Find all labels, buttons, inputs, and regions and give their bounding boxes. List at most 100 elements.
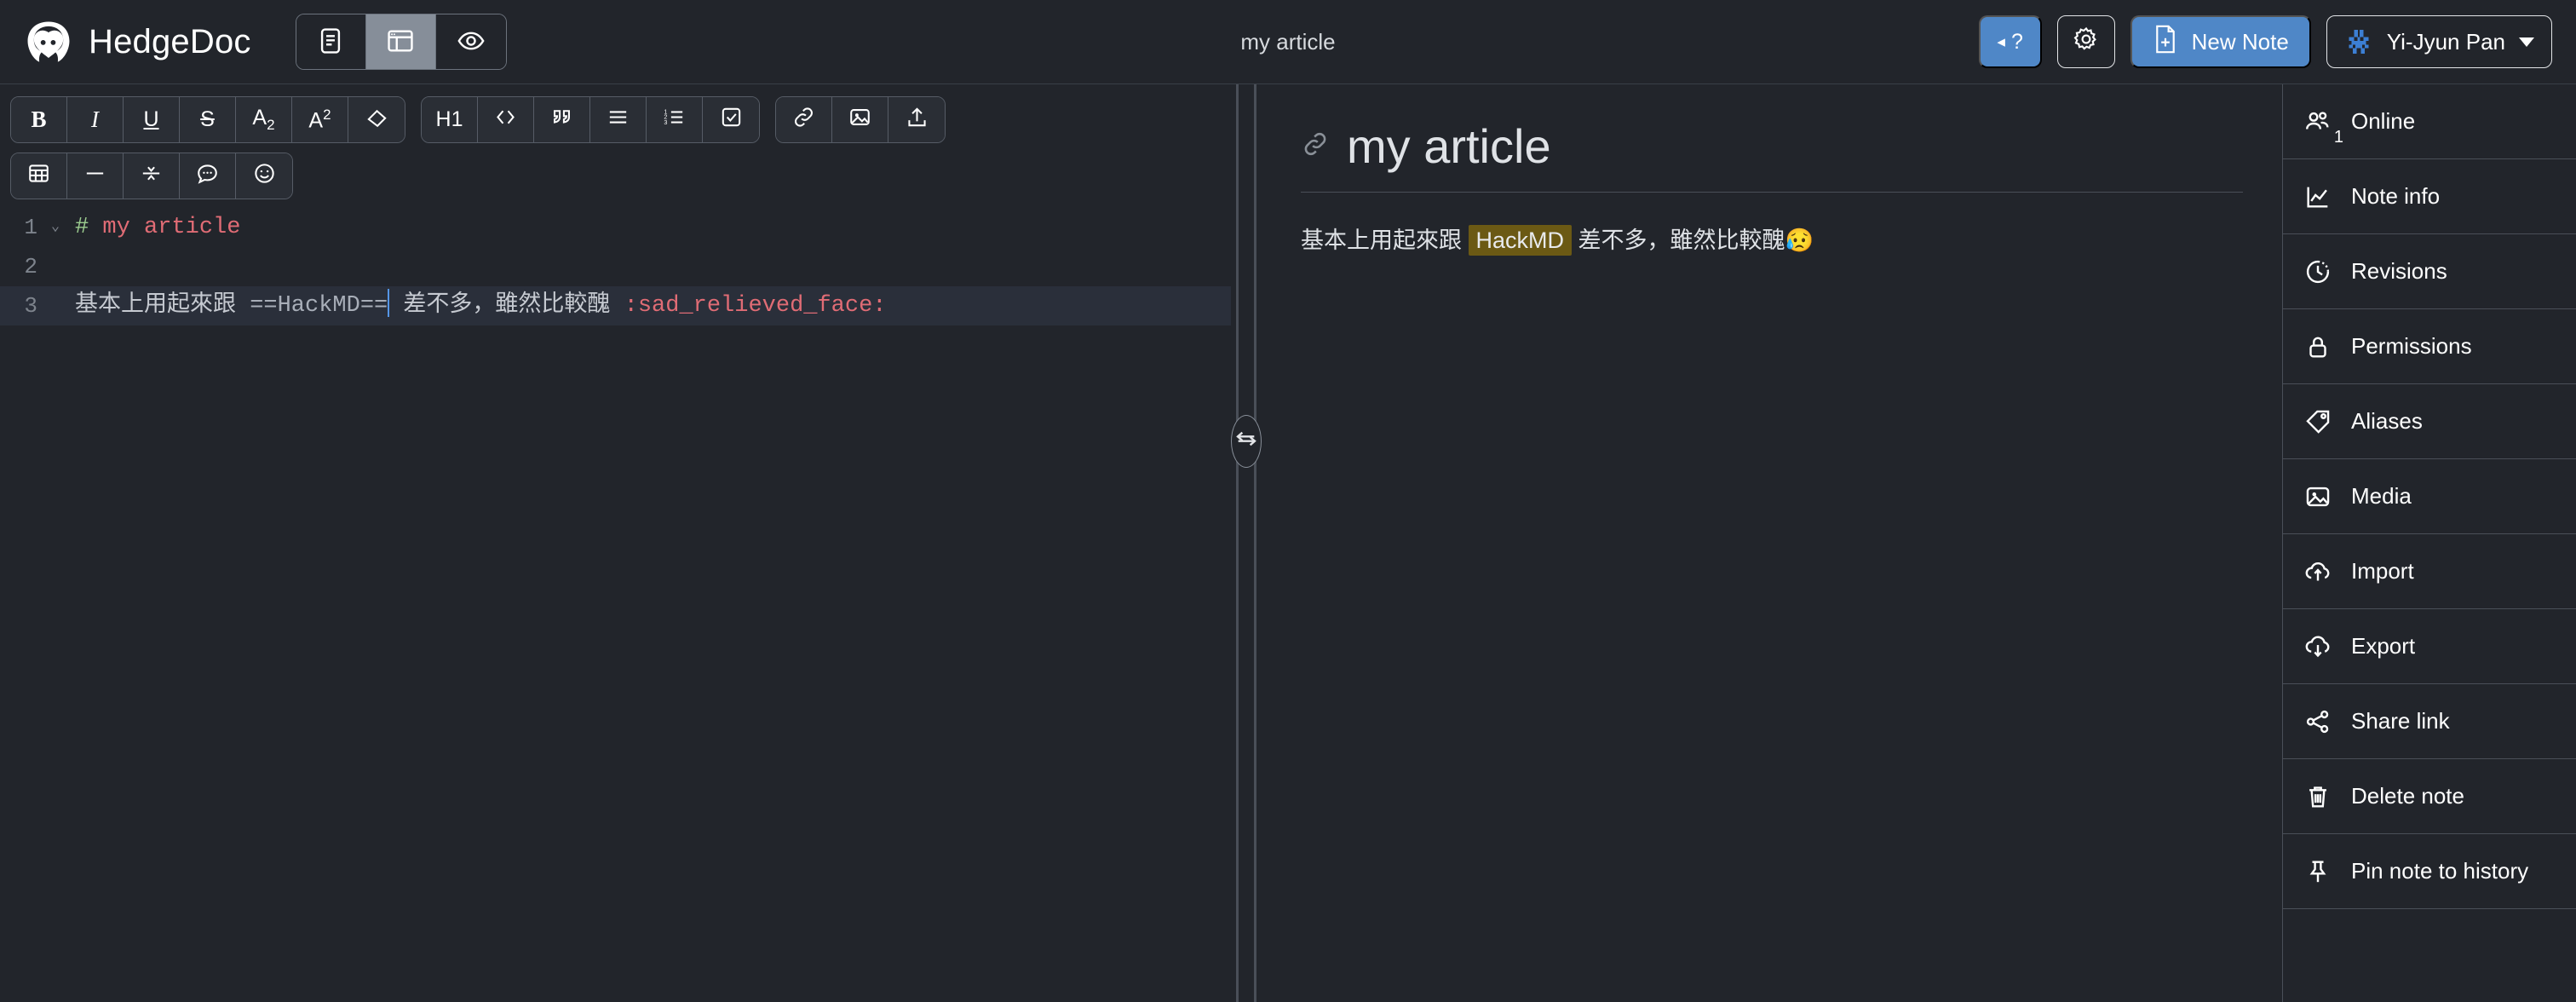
new-file-icon: [2153, 25, 2178, 60]
brand[interactable]: HedgeDoc: [24, 17, 251, 66]
sidebar-item-label: Media: [2351, 483, 2412, 509]
markdown-editor[interactable]: 1 ⌄ # my article 2 3 基本上用起來跟 ==HackMD== 差不多，雖…: [0, 208, 1231, 1002]
blockquote-button[interactable]: [534, 97, 590, 142]
fold-toggle-icon[interactable]: ⌄: [44, 208, 66, 247]
ordered-list-button[interactable]: 123: [647, 97, 703, 142]
editor-line[interactable]: 3 基本上用起來跟 ==HackMD== 差不多，雖然比較醜 :sad_relie…: [0, 286, 1231, 325]
editor-line[interactable]: 2: [0, 247, 1231, 286]
toolbar-group-inline-format: B I U S A2 A2: [10, 96, 405, 143]
line-number: 1: [24, 215, 37, 240]
collapsible-block-button[interactable]: [124, 153, 180, 199]
app-header: HedgeDoc my article ◂ ? New Note Yi-Jyun…: [0, 0, 2576, 84]
clock-history-icon: [2303, 257, 2332, 286]
emoji-button[interactable]: [236, 153, 292, 199]
chart-line-icon: [2303, 182, 2332, 211]
view-mode-both-button[interactable]: [365, 14, 436, 69]
emoji-icon: [252, 161, 277, 192]
collapse-icon: [139, 161, 164, 192]
sidebar-item-label: Note info: [2351, 183, 2441, 209]
horizontal-rule-icon: [83, 161, 107, 192]
sidebar-item-export[interactable]: Export: [2283, 609, 2576, 684]
check-list-button[interactable]: [703, 97, 759, 142]
sidebar-item-note-info[interactable]: Note info: [2283, 159, 2576, 234]
image-button[interactable]: [832, 97, 888, 142]
upload-button[interactable]: [888, 97, 945, 142]
code-button[interactable]: [478, 97, 534, 142]
view-mode-editor-button[interactable]: [296, 14, 366, 69]
sidebar-item-label: Revisions: [2351, 258, 2447, 284]
checkbox-icon: [719, 105, 744, 135]
new-note-label: New Note: [2191, 28, 2289, 55]
bullet-list-icon: [606, 105, 630, 135]
user-menu-button[interactable]: Yi-Jyun Pan: [2326, 15, 2552, 68]
horizontal-line-button[interactable]: [67, 153, 124, 199]
sidebar-item-import[interactable]: Import: [2283, 534, 2576, 609]
paragraph-after: 差不多，雖然比較醜: [1572, 227, 1785, 253]
pane-splitter[interactable]: [1231, 84, 1262, 1002]
avatar: [2343, 27, 2373, 56]
line-number: 3: [24, 293, 37, 319]
sidebar-item-label: Share link: [2351, 708, 2450, 734]
help-caret-icon: ◂: [1997, 32, 2005, 51]
preview-paragraph: 基本上用起來跟 HackMD 差不多，雖然比較醜😥: [1301, 222, 2243, 261]
workspace: B I U S A2 A2 H1 1 2 3 1 ⌄ # my article …: [0, 84, 2576, 1002]
online-count-badge: 1: [2333, 127, 2343, 147]
sidebar-item-aliases[interactable]: Aliases: [2283, 384, 2576, 459]
sidebar-item-pin-note-to-history[interactable]: Pin note to history: [2283, 834, 2576, 909]
sidebar-item-permissions[interactable]: Permissions: [2283, 309, 2576, 384]
toolbar-group-block-format: H1 1 2 3: [421, 96, 760, 143]
comment-button[interactable]: [180, 153, 236, 199]
gear-icon: [2073, 26, 2100, 59]
view-mode-preview-button[interactable]: [435, 14, 506, 69]
sidebar-item-delete-note[interactable]: Delete note: [2283, 759, 2576, 834]
document-icon: [316, 26, 345, 58]
code-token: 基本上用起來跟: [75, 293, 250, 319]
link-icon: [791, 105, 816, 135]
bold-button[interactable]: B: [11, 97, 67, 142]
link-icon[interactable]: [1301, 130, 1330, 163]
sidebar-item-label: Online: [2351, 108, 2416, 134]
quote-icon: [549, 105, 574, 135]
toolbar-row-2: [10, 153, 1221, 199]
sidebar-item-share-link[interactable]: Share link: [2283, 684, 2576, 759]
sidebar-item-label: Permissions: [2351, 333, 2472, 359]
eye-icon: [457, 26, 486, 58]
help-button[interactable]: ◂ ?: [1978, 15, 2042, 68]
sidebar-item-online[interactable]: 1 Online: [2283, 84, 2576, 159]
sidebar-item-revisions[interactable]: Revisions: [2283, 234, 2576, 309]
preview-title: my article: [1347, 119, 1551, 173]
superscript-button[interactable]: A2: [292, 97, 348, 142]
table-button[interactable]: [11, 153, 67, 199]
image-icon: [848, 105, 872, 135]
sidebar-item-label: Pin note to history: [2351, 858, 2529, 884]
line-content: 基本上用起來跟 ==HackMD== 差不多，雖然比較醜 :sad_reliev…: [66, 286, 887, 325]
sidebar-item-media[interactable]: Media: [2283, 459, 2576, 534]
line-content: # my article: [66, 208, 240, 247]
underline-button[interactable]: U: [124, 97, 180, 142]
code-token: :sad_relieved_face:: [624, 293, 887, 319]
strikethrough-button[interactable]: S: [180, 97, 236, 142]
subscript-button[interactable]: A2: [236, 97, 292, 142]
hedgedoc-logo-icon: [24, 17, 73, 66]
new-note-button[interactable]: New Note: [2130, 15, 2311, 68]
sidebar-item-label: Delete note: [2351, 783, 2464, 809]
link-button[interactable]: [776, 97, 832, 142]
highlight-button[interactable]: [348, 97, 405, 142]
code-token: my article: [102, 215, 241, 240]
sidebar-item-label: Aliases: [2351, 408, 2423, 434]
comment-icon: [195, 161, 220, 192]
numbered-list-icon: 123: [662, 105, 687, 135]
splitter-handle[interactable]: [1231, 414, 1262, 468]
editor-pane: B I U S A2 A2 H1 1 2 3 1 ⌄ # my article …: [0, 84, 1231, 1002]
header-button[interactable]: H1: [422, 97, 478, 142]
split-view-icon: [386, 26, 415, 58]
help-label: ?: [2010, 29, 2023, 54]
toolbar-row-1: B I U S A2 A2 H1 1 2 3: [10, 96, 1221, 143]
italic-button[interactable]: I: [67, 97, 124, 142]
editor-line[interactable]: 1 ⌄ # my article: [0, 208, 1231, 247]
swap-arrows-icon: [1233, 425, 1260, 457]
table-icon: [26, 161, 51, 192]
code-icon: [493, 105, 518, 135]
settings-button[interactable]: [2056, 15, 2115, 68]
unordered-list-button[interactable]: [590, 97, 647, 142]
